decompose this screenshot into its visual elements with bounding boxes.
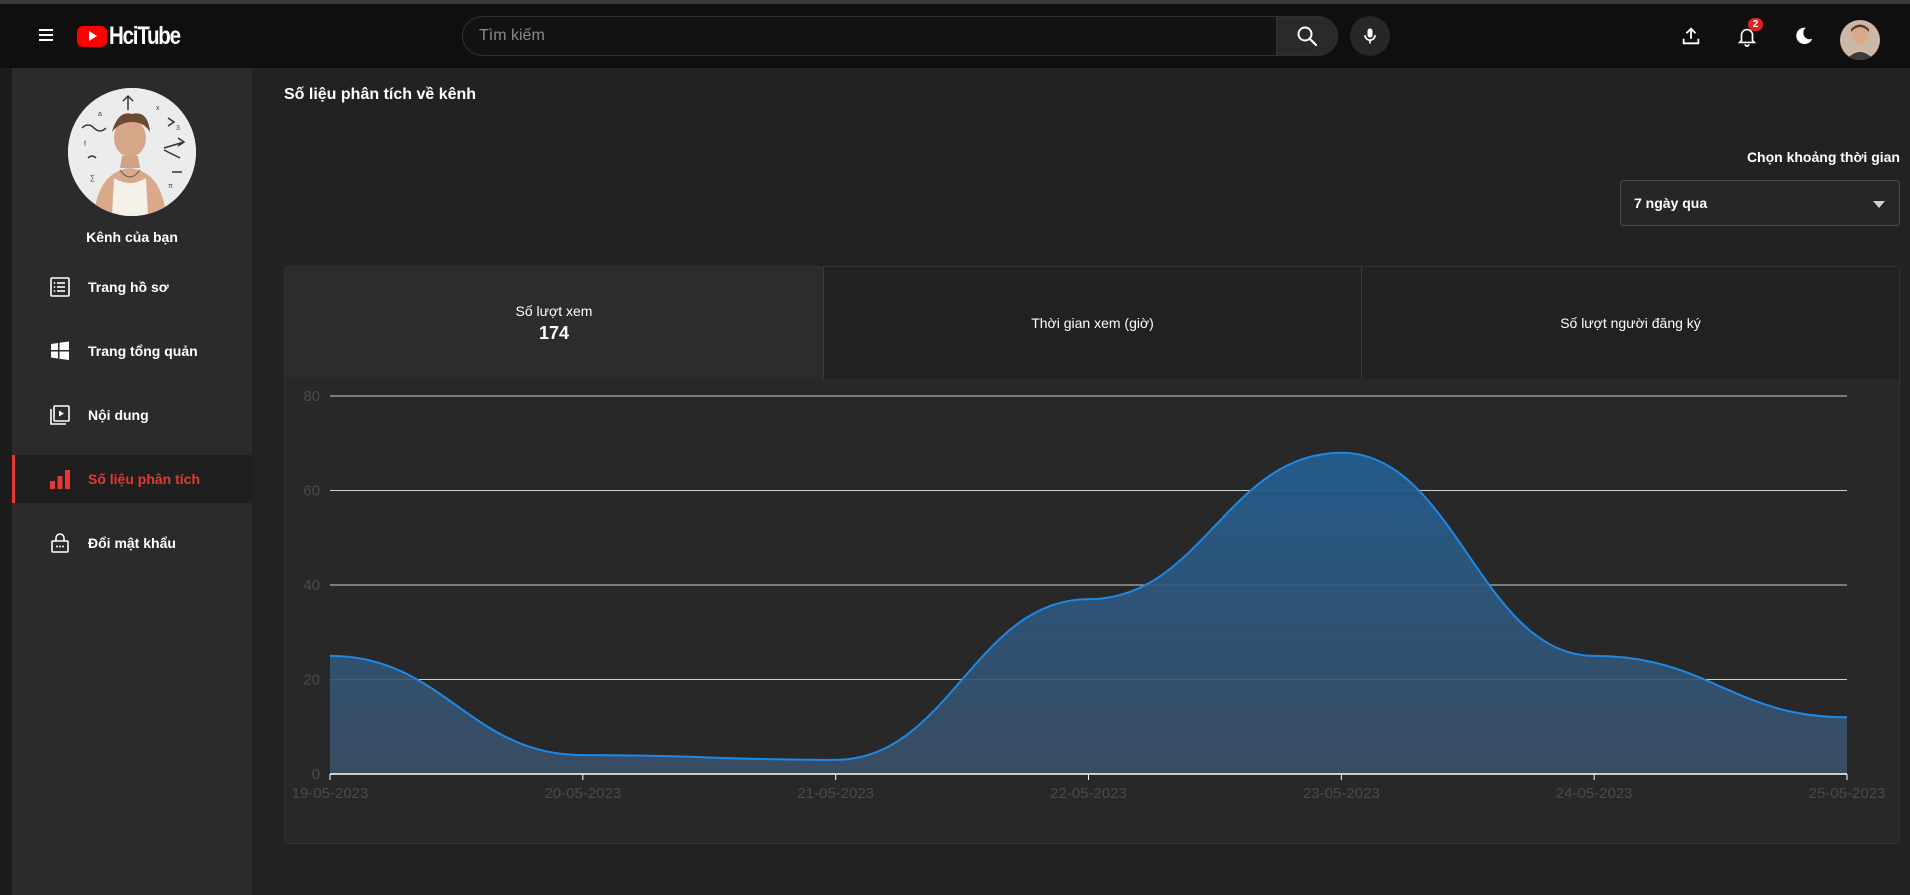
tab-views[interactable]: Số lượt xem 174 xyxy=(285,267,823,379)
chevron-down-icon xyxy=(1873,201,1885,208)
upload-icon xyxy=(1682,27,1700,45)
x-tick-label: 21-05-2023 xyxy=(797,785,874,802)
notification-badge: 2 xyxy=(1748,18,1763,31)
time-range-select[interactable]: 7 ngày qua xyxy=(1620,180,1900,226)
channel-label: Kênh của bạn xyxy=(86,229,178,245)
search-bar xyxy=(462,16,1338,56)
time-range-label: Chọn khoảng thời gian xyxy=(1746,149,1900,165)
user-avatar[interactable] xyxy=(1840,20,1880,60)
sidebar: a x 3 f π ∑ Kênh của bạn Trang hồ sơ Trang t… xyxy=(12,68,252,895)
tab-label: Thời gian xem (giờ) xyxy=(1031,315,1154,331)
svg-text:f: f xyxy=(84,141,86,148)
channel-avatar[interactable]: a x 3 f π ∑ xyxy=(68,88,196,216)
voice-search-button[interactable] xyxy=(1350,16,1390,56)
user-avatar-image xyxy=(1840,20,1880,60)
y-tick-label: 20 xyxy=(303,672,320,689)
notifications-button[interactable]: 2 xyxy=(1731,18,1763,52)
time-range-value: 7 ngày qua xyxy=(1634,195,1708,211)
play-logo-icon xyxy=(77,25,107,47)
bar-chart-icon xyxy=(50,470,70,489)
channel-avatar-image: a x 3 f π ∑ xyxy=(68,88,196,216)
moon-icon xyxy=(1796,27,1813,45)
svg-text:3: 3 xyxy=(176,125,180,132)
tab-value: 174 xyxy=(538,322,570,343)
tab-label: Số lượt xem xyxy=(515,302,593,319)
sidebar-item-analytics[interactable]: Số liệu phân tích xyxy=(12,455,252,503)
sidebar-item-label: Nội dung xyxy=(88,407,149,423)
sidebar-edge xyxy=(0,68,12,895)
search-button[interactable] xyxy=(1276,16,1338,56)
page-title: Số liệu phân tích về kênh xyxy=(284,86,477,103)
search-input[interactable] xyxy=(462,16,1276,56)
svg-text:π: π xyxy=(168,183,173,190)
series-area xyxy=(330,452,1847,774)
theme-toggle-button[interactable] xyxy=(1788,20,1820,52)
sidebar-item-change-password[interactable]: Đổi mật khẩu xyxy=(12,519,252,567)
search-icon xyxy=(1297,26,1318,47)
menu-icon[interactable] xyxy=(34,24,58,48)
sidebar-item-label: Trang hồ sơ xyxy=(88,279,169,295)
sidebar-item-label: Số liệu phân tích xyxy=(88,471,201,487)
svg-text:∑: ∑ xyxy=(90,175,95,182)
svg-text:a: a xyxy=(98,111,102,118)
views-area-chart: 0 20 40 60 80 19-05-2023 20-05-2023 21-05-2023 2… xyxy=(292,388,1886,802)
upload-button[interactable] xyxy=(1675,20,1707,52)
tab-label: Số lượt người đăng ký xyxy=(1560,315,1701,331)
top-header: HciTube 2 xyxy=(0,4,1910,68)
profile-list-icon xyxy=(50,277,70,297)
x-tick-label: 25-05-2023 xyxy=(1809,785,1886,802)
lock-icon xyxy=(51,533,69,553)
x-tick-label: 19-05-2023 xyxy=(292,785,369,802)
y-tick-label: 80 xyxy=(303,388,320,405)
y-tick-label: 0 xyxy=(312,766,320,783)
tab-subscribers[interactable]: Số lượt người đăng ký xyxy=(1362,267,1899,379)
analytics-card: Số lượt xem 174 Thời gian xem (giờ) Số l… xyxy=(284,266,1900,844)
tab-watch-time[interactable]: Thời gian xem (giờ) xyxy=(824,267,1361,379)
sidebar-item-profile[interactable]: Trang hồ sơ xyxy=(12,263,252,311)
x-tick-label: 22-05-2023 xyxy=(1050,785,1127,802)
sidebar-item-label: Đổi mật khẩu xyxy=(88,535,176,551)
video-library-icon xyxy=(50,405,70,425)
mic-icon xyxy=(1364,28,1376,44)
sidebar-item-label: Trang tổng quản xyxy=(88,343,198,359)
sidebar-item-content[interactable]: Nội dung xyxy=(12,391,252,439)
y-tick-label: 40 xyxy=(303,577,320,594)
app-logo-text: HciTube xyxy=(109,21,181,50)
svg-text:x: x xyxy=(156,105,160,112)
x-tick-label: 24-05-2023 xyxy=(1556,785,1633,802)
app-logo[interactable]: HciTube xyxy=(77,22,195,50)
y-tick-label: 60 xyxy=(303,483,320,500)
dashboard-grid-icon xyxy=(51,341,69,360)
x-tick-label: 20-05-2023 xyxy=(544,785,621,802)
x-tick-label: 23-05-2023 xyxy=(1303,785,1380,802)
sidebar-item-dashboard[interactable]: Trang tổng quản xyxy=(12,327,252,375)
